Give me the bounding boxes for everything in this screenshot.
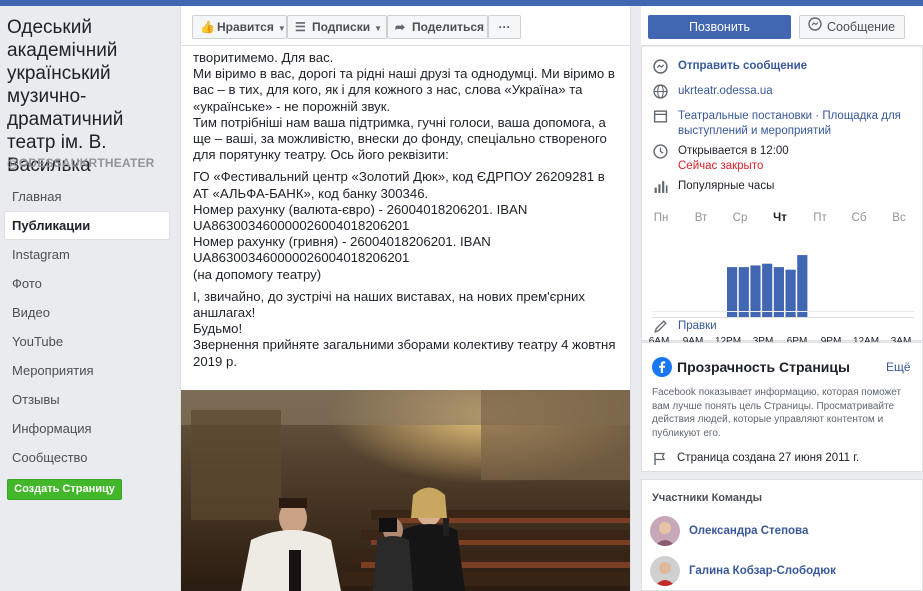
hour-bar-5pm[interactable] (785, 269, 796, 317)
day-tue[interactable]: Вт (686, 212, 716, 224)
message-button[interactable]: Сообщение (799, 15, 905, 39)
call-button[interactable]: Позвонить (648, 15, 791, 39)
post-closing: І, звичайно, до зустрічі на наших вистав… (193, 288, 585, 321)
share-arrow-icon: ➦ (395, 20, 406, 34)
nav-item-home[interactable]: Главная (4, 182, 170, 211)
globe-icon (652, 84, 668, 100)
bar-chart-icon (652, 179, 668, 195)
main-feed: творитимемо. Для вас. Ми віримо в вас, д… (180, 6, 631, 591)
day-sat[interactable]: Сб (844, 212, 874, 224)
page-action-bar: 👍 Нравится ▼ ☰ Подписки ▼ ➦ Поделиться ··· (181, 6, 630, 46)
page-nav: Главная Публикации Instagram Фото Видео … (4, 182, 170, 472)
team-title: Участники Команды (652, 492, 762, 504)
avatar[interactable] (650, 556, 680, 586)
hour-bar-4pm[interactable] (773, 267, 784, 317)
transparency-more-link[interactable]: Ещё (886, 360, 911, 374)
rss-icon: ☰ (295, 20, 306, 34)
nav-item-instagram[interactable]: Instagram (4, 240, 170, 269)
more-button[interactable]: ··· (488, 15, 521, 39)
website-link[interactable]: ukrteatr.odessa.ua (678, 84, 908, 99)
post-requisite: Номер рахунку (гривня) - 26004018206201.… (193, 234, 491, 266)
hour-bar-12pm[interactable] (727, 267, 738, 317)
day-selector: Пн Вт Ср Чт Пт Сб Вс (642, 212, 923, 226)
nav-item-reviews[interactable]: Отзывы (4, 385, 170, 414)
chevron-down-icon: ▼ (374, 24, 383, 33)
avatar[interactable] (650, 516, 680, 546)
post-line: Ми віримо в вас, дорогі та рідні наші др… (193, 66, 615, 114)
follow-button[interactable]: ☰ Подписки ▼ (287, 15, 387, 39)
page-title: Одеський академічний український музично… (7, 17, 124, 176)
nav-item-community[interactable]: Сообщество (4, 443, 170, 472)
follow-label: Подписки (312, 20, 371, 34)
hour-bar-6pm[interactable] (797, 255, 808, 317)
day-fri[interactable]: Пт (805, 212, 835, 224)
tag-icon (652, 109, 668, 125)
more-dots-icon: ··· (498, 20, 511, 34)
post-closing: Будьмо! (193, 321, 243, 337)
nav-item-events[interactable]: Мероприятия (4, 356, 170, 385)
clock-icon (652, 144, 668, 160)
team-member[interactable]: Галина Кобзар-Слободюк (650, 556, 920, 586)
hour-bar-2pm[interactable] (750, 265, 761, 317)
thumbs-up-icon: 👍 (200, 20, 215, 34)
flag-icon (654, 452, 666, 465)
nav-item-info[interactable]: Информация (4, 414, 170, 443)
page-transparency-card: Прозрачность Страницы Ещё Facebook показ… (641, 342, 923, 472)
like-button[interactable]: 👍 Нравится ▼ (192, 15, 287, 39)
hour-bar-1pm[interactable] (738, 267, 749, 317)
post-body: творитимемо. Для вас. Ми віримо в вас, д… (193, 50, 623, 370)
about-card: Отправить сообщение ukrteatr.odessa.ua Т… (641, 47, 923, 347)
popular-hours-label: Популярные часы (678, 180, 775, 192)
closed-now-status: Сейчас закрыто (678, 160, 764, 172)
day-thu[interactable]: Чт (765, 212, 795, 224)
post-closing: Звернення прийняте загальними зборами ко… (193, 337, 616, 369)
share-label: Поделиться (412, 20, 485, 34)
facebook-icon (652, 357, 672, 377)
nav-item-photos[interactable]: Фото (4, 269, 170, 298)
post-line: творитимемо. Для вас. (193, 50, 334, 65)
post-line: Тим потрібніші нам ваша підтримка, гучні… (193, 114, 607, 163)
post-requisite: ГО «Фестивальний центр «Золотий Дюк», ко… (193, 169, 605, 201)
nav-item-posts[interactable]: Публикации (4, 211, 170, 240)
post-requisite: (на допомогу театру) (193, 266, 322, 282)
send-message-link[interactable]: Отправить сообщение (678, 59, 908, 74)
theatre-rehearsal-photo (181, 390, 630, 591)
share-button[interactable]: ➦ Поделиться (387, 15, 488, 39)
category-links[interactable]: Театральные постановки · Площадка для вы… (678, 109, 908, 139)
post-photo[interactable] (181, 390, 630, 591)
page-handle[interactable]: @ODESSAUKRTHEATER (7, 156, 155, 170)
like-label: Нравится (217, 20, 274, 34)
chevron-down-icon: ▼ (277, 24, 286, 33)
team-members-card: Участники Команды Олександра Степова Гал… (641, 479, 923, 591)
edit-link[interactable]: Правки (678, 319, 908, 334)
transparency-title: Прозрачность Страницы (677, 359, 850, 375)
messenger-icon (652, 59, 668, 75)
team-member-name[interactable]: Олександра Степова (689, 525, 808, 537)
post-requisite: Номер рахунку (валюта-євро) - 2600401820… (193, 201, 528, 234)
contact-bar: Позвонить Сообщение (641, 6, 923, 46)
nav-item-videos[interactable]: Видео (4, 298, 170, 327)
transparency-description: Facebook показывает информацию, которая … (652, 387, 902, 439)
pencil-icon (652, 319, 668, 335)
team-member[interactable]: Олександра Степова (650, 516, 920, 546)
day-sun[interactable]: Вс (884, 212, 914, 224)
team-member-name[interactable]: Галина Кобзар-Слободюк (689, 565, 836, 577)
messenger-icon (808, 16, 822, 38)
divider (652, 311, 914, 312)
hour-bar-3pm[interactable] (762, 263, 773, 317)
right-sidebar: Позвонить Сообщение Отправить сообщение … (641, 6, 923, 591)
message-label: Сообщение (827, 20, 896, 34)
day-wed[interactable]: Ср (725, 212, 755, 224)
day-mon[interactable]: Пн (646, 212, 676, 224)
create-page-button[interactable]: Создать Страницу (7, 479, 122, 500)
left-sidebar: Одеський академічний український музично… (0, 6, 178, 591)
nav-item-youtube[interactable]: YouTube (4, 327, 170, 356)
hours-text: Открывается в 12:00 Сейчас закрыто (678, 144, 908, 174)
opens-time: Открывается в 12:00 (678, 145, 789, 157)
page-created-date: Страница создана 27 июня 2011 г. (677, 452, 860, 464)
